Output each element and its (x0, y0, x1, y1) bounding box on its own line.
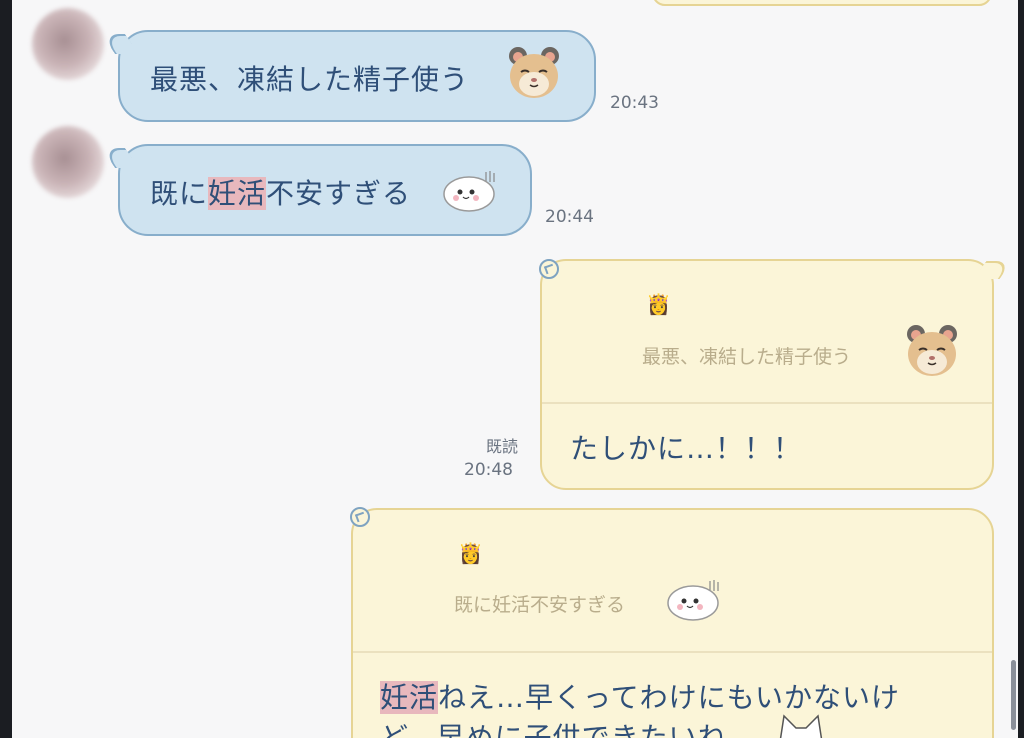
seal-emoji (443, 171, 495, 212)
quote-divider (542, 402, 992, 404)
bubble-tail (100, 34, 140, 54)
bubble-tail (100, 148, 140, 168)
message-text: 最悪、凍結した精子使う (150, 63, 470, 96)
bubble-tail (973, 261, 1013, 279)
quote-user-icon: 👸 (458, 541, 483, 565)
message-text-part: 不安すぎる (266, 177, 412, 210)
scrollbar[interactable] (1011, 660, 1016, 730)
highlighted-word: 妊活 (380, 681, 439, 714)
quote-user-icon: 👸 (646, 292, 671, 316)
message-text-part: 既に (150, 177, 209, 210)
quote-divider (353, 651, 992, 653)
quoted-text: 既に妊活不安すぎる (454, 594, 626, 616)
seal-emoji (667, 580, 719, 621)
message-text-part: ねえ…早くってわけにもいかないけ (438, 681, 901, 714)
message-text: 妊活ねえ…早くってわけにもいかないけ (380, 676, 900, 716)
avatar[interactable] (32, 126, 104, 198)
reply-icon (539, 259, 559, 279)
previous-outgoing-bubble[interactable] (652, 0, 992, 6)
highlighted-word: 妊活 (208, 177, 267, 210)
message-time: 20:44 (545, 207, 594, 227)
message-text-line2: ど、早めに子供できたいね (380, 721, 727, 738)
hamster-emoji (509, 47, 559, 98)
cat-sticker (779, 714, 823, 738)
quoted-text: 最悪、凍結した精子使う (642, 346, 852, 368)
message-text: 既に妊活不安すぎる (150, 172, 411, 212)
message-time: 20:43 (610, 93, 659, 113)
avatar[interactable] (32, 8, 104, 80)
message-time: 20:48 (464, 460, 513, 480)
hamster-emoji (907, 325, 957, 376)
reply-icon (350, 507, 370, 527)
message-text: たしかに…！！！ (570, 432, 803, 465)
read-status: 既読 (486, 437, 519, 456)
chat-screen: 最悪、凍結した精子使う 20:43 既に妊活不安すぎる 20:44 👸 最悪、凍… (12, 0, 1018, 738)
